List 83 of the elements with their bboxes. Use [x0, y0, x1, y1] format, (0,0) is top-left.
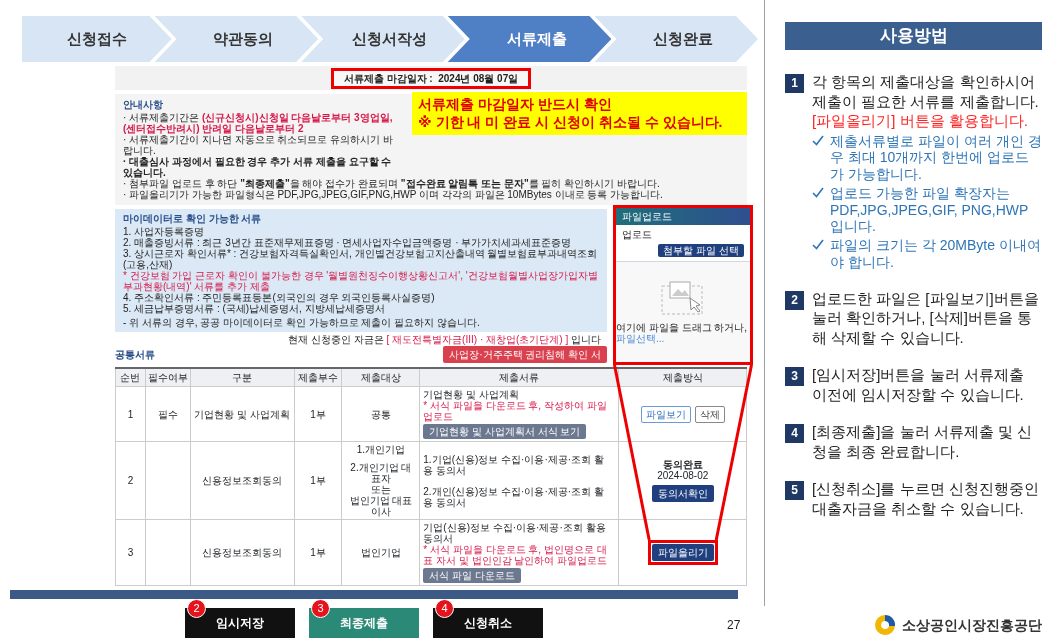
list-item-text: 1. 사업자등록증명: [123, 226, 206, 237]
column-header: 필수여부: [145, 368, 191, 387]
upload-button[interactable]: 파일올리기: [651, 544, 714, 561]
file-select-link[interactable]: 파일선택...: [616, 333, 665, 344]
table-cell-text: 1.개인기업: [355, 444, 407, 455]
logo-icon: [872, 613, 898, 637]
table-cell-text: 기업현황 및 사업계획: [423, 389, 520, 400]
view-file-button[interactable]: 파일보기: [640, 405, 691, 423]
table-cell-text: 법인기업 대표이사: [348, 495, 414, 517]
table-cell-text: 2.개인(신용)정보 수집·이용·제공·조회 활용 동의서: [423, 485, 605, 508]
table-cell-text: * 서식 파일을 다운로드 후, 작성하여 파일업로드: [423, 400, 608, 422]
confirm-button[interactable]: 사업장·거주주택 권리침해 확인 서: [443, 346, 607, 363]
note-text: 제출서류별로 파일이 여러 개인 경우 최대 10개까지 한번에 업로드가 가능합니다.: [830, 132, 1042, 183]
table-cell-text: 1.기업(신용)정보 수집·이용·제공·조회 활용 동의서: [423, 453, 605, 476]
table-cell: 1: [115, 386, 146, 442]
panel-title: 사용방법: [785, 22, 1042, 50]
table-cell: 기업현황 및 사업계획: [190, 386, 294, 442]
notice-text: · 대출심사 과정에서 필요한 경우 추가 서류 제출을 요구할 수 있습니다.: [123, 156, 393, 178]
table-cell: 3: [115, 519, 146, 586]
table-cell-text: 기업(신용)정보 수집·이용·제공·조회 활용 동의서: [423, 522, 607, 544]
check-icon: [812, 237, 824, 252]
notice-text: · 서류제출기간이 지나면 자동으로 취소되므로 유의하시기 바랍니다.: [123, 134, 394, 156]
step-number-badge: 4: [785, 424, 804, 444]
step-number-badge: 1: [785, 74, 804, 93]
instruction-text: [임시저장]버튼을 눌러 서류제출 이전에 임시저장할 수 있습니다.: [812, 365, 1025, 405]
form-download-button[interactable]: 서식 파일 다운로드: [423, 568, 521, 583]
callout-text: 서류제출 마감일자 반드시 확인: [418, 96, 613, 114]
table-cell-text: 2.개인기업 대표자: [349, 462, 413, 484]
table-cell: 1부: [294, 386, 342, 442]
step-number-badge: 5: [785, 481, 804, 501]
list-item-text: 3. 상시근로자 확인서류* : 건강보험자격득실확인서, 개인별건강보험고지산출내역 월별보험료부과내역조회(고용,산재): [123, 248, 599, 270]
callout-text: ※ 기한 내 미 완료 시 신청이 취소될 수 있습니다.: [418, 113, 724, 131]
note-text: 파일의 크기는 각 20MByte 이내여야 합니다.: [830, 237, 1042, 271]
note-text: 업로드 가능한 파일 확장자는 PDF,JPG,JPEG,GIF, PNG,HWP 입니다.: [830, 184, 1030, 236]
notice-text: · 첨부파일 업로드 후 하단 "최종제출"을 해야 접수가 완료되며 "접수완료 알림톡 또는 문자"를 필히 확인하시기 바랍니다.: [123, 178, 661, 189]
column-header: 제출부수: [294, 368, 342, 387]
popup-title: 파일업로드: [616, 208, 750, 225]
column-header: 구분: [190, 368, 294, 387]
status-text: 동의완료: [661, 459, 704, 470]
consent-view-button[interactable]: 동의서확인: [651, 485, 714, 502]
list-item-text: 5. 세금납부증명서류 : (국세)납세증명서, 지방세납세증명서: [123, 303, 385, 314]
step-number-badge: 3: [785, 367, 804, 387]
list-item-text: * 건강보험 가입 근로자 확인이 불가능한 경우 '월별원천징수이행상황신고서', '건강보험월별사업장가입자별부과현황(내역)' 서류를 추가 제출: [123, 270, 599, 292]
instruction-text: 각 항목의 제출대상을 확인하시어 제출이 필요한 서류를 제출합니다. [파일올리기] 버튼을 활용합니다.: [812, 72, 1040, 131]
list-item-text: 2. 매출증빙서류 : 최근 3년간 표준재무제표증명 · 면세사업자수입금액증명 · 부가가치세과세표준증명: [123, 237, 573, 248]
table-cell: 2: [115, 441, 146, 520]
instruction-text: [신청취소]를 누르면 신청진행중인 대출자금을 취소할 수 있습니다.: [812, 479, 1040, 519]
form-download-button[interactable]: 기업현황 및 사업계획서 서식 보기: [423, 424, 587, 439]
status-text: 현재 신청중인 자금은 [ 재도전특별자금(III) · 재창업(초기단계) ] 입니다: [287, 334, 601, 345]
page-number: 27: [727, 617, 741, 634]
table-cell: 신용정보조회동의: [190, 519, 294, 586]
column-header: 순번: [115, 368, 146, 387]
table-cell: 신용정보조회동의: [190, 441, 294, 520]
table-cell-text: 법인기업: [359, 547, 402, 558]
list-item-text: - 위 서류의 경우, 공공 마이데이터로 확인 가능하므로 제출이 필요하지 않습니다.: [123, 317, 481, 328]
list-item-text: 4. 주소확인서류 : 주민등록표등본(외국인의 경우 외국인등록사실증명): [123, 292, 436, 303]
table-cell: 1부: [294, 519, 342, 586]
table-cell-text: 공통: [369, 408, 392, 420]
table-cell: 필수: [145, 386, 191, 442]
section-heading: 공통서류: [115, 349, 155, 360]
instruction-text: [최종제출]을 눌러 서류제출 및 신청을 최종 완료합니다.: [812, 422, 1033, 462]
drop-zone[interactable]: 여기에 파일을 드래그 하거나, 파일선택...: [616, 262, 750, 362]
instruction-text: 업로드한 파일은 [파일보기]버튼을 눌러 확인하거나, [삭제]버튼을 통해 삭제할 수 있습니다.: [812, 288, 1040, 348]
step-number-badge: 2: [785, 290, 804, 310]
notice-text: · 파일올리기가 가능한 파일형식은 PDF,JPG,JPEG,GIF,PNG,HWP 이며 각각의 파일은 10MBytes 이내로 등록 가능합니다.: [123, 189, 664, 200]
delete-button[interactable]: 삭제: [694, 405, 725, 423]
deadline-text: 서류제출 마감일자 : 2024년 08월 07일: [330, 67, 532, 89]
table-cell: 1부: [294, 441, 342, 520]
column-header: 제출방식: [618, 368, 747, 387]
organization-name: 소상공인시장진흥공단: [902, 615, 1042, 635]
field-label: 업로드: [622, 229, 653, 240]
section-heading: 마이데이터로 확인 가능한 서류: [123, 213, 263, 224]
drop-hint-text: 여기에 파일을 드래그 하거나, 파일선택...: [616, 322, 749, 344]
section-heading: 안내사항: [123, 99, 164, 110]
image-upload-icon: [660, 280, 706, 316]
progress-step: 신청완료: [594, 16, 758, 62]
table-cell-text: * 서식 파일을 다운로드 후, 법인명으로 대표 자서 및 법인인감 날인하여 파일업로드: [423, 544, 609, 566]
column-header: 제출대상: [342, 368, 420, 387]
date-text: 2024-08-02: [656, 470, 710, 481]
notice-text: · 서류제출기간은 (신규신청시)신청일 다음날로부터 3영업일, (센터접수반려시) 반려일 다음날로부터 2: [123, 112, 394, 134]
file-select-button[interactable]: 첨부할 파일 선택: [658, 244, 744, 257]
column-header: 제출서류: [419, 368, 619, 387]
table-cell-text: 또는: [369, 484, 392, 495]
